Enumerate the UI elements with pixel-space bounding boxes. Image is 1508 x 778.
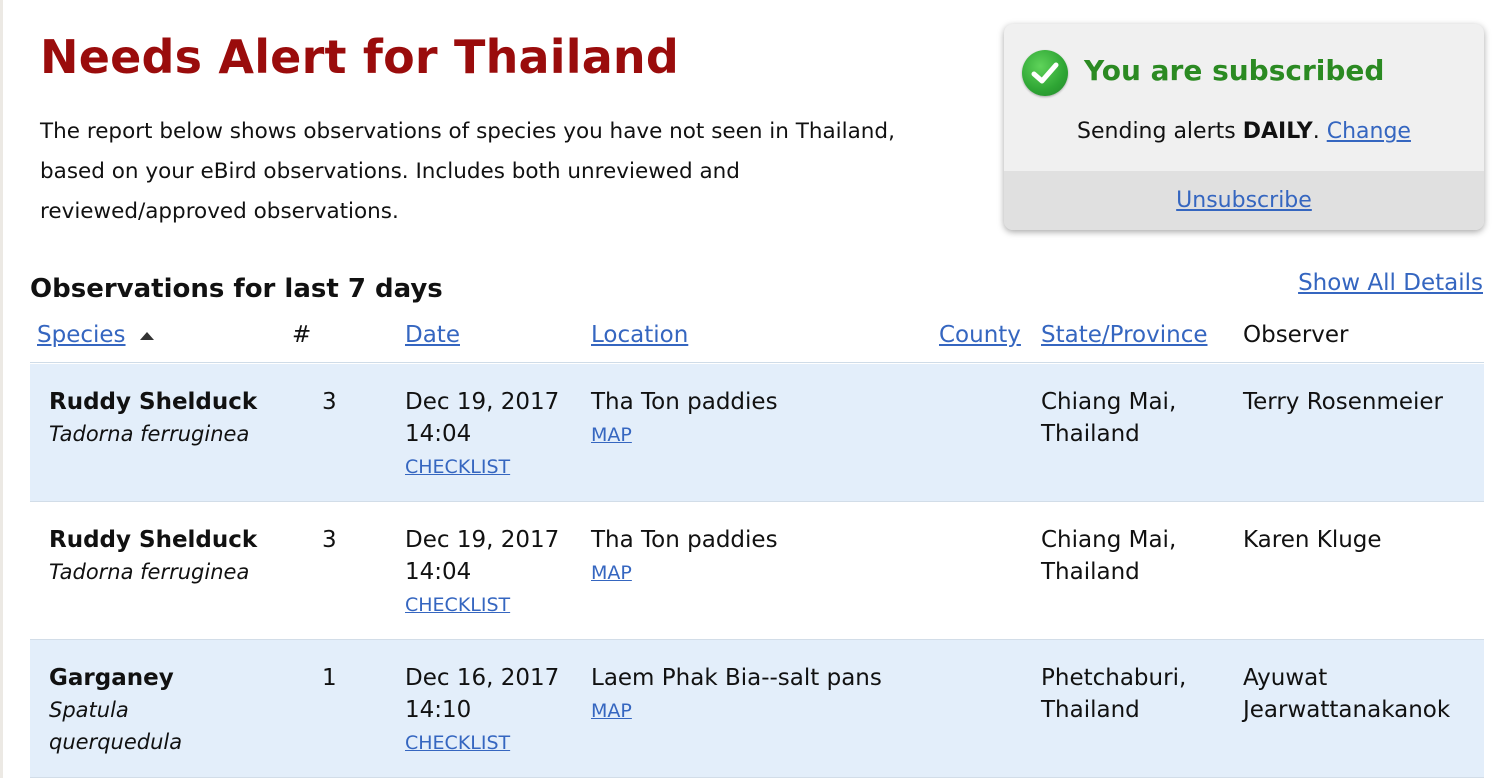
checklist-link[interactable]: CHECKLIST [405,594,510,616]
observer-cell: Terry Rosenmeier [1243,386,1443,418]
common-name: Ruddy Shelduck [49,389,258,415]
location-name: Tha Ton paddies [591,389,778,415]
count-cell: 1 [322,665,337,691]
map-link[interactable]: MAP [591,700,632,722]
observer-cell: Ayuwat Jearwattanakanok [1243,662,1450,726]
state-cell: Chiang Mai, Thailand [1041,386,1176,450]
date-cell: Dec 19, 2017 14:04 CHECKLIST [405,524,559,621]
obs-date: Dec 16, 2017 [405,665,560,691]
table-row: Ruddy Shelduck Tadorna ferruginea 3 Dec … [30,502,1484,640]
state-province-sort-link[interactable]: State/Province [1041,322,1208,348]
checklist-link[interactable]: CHECKLIST [405,456,510,478]
checklist-link[interactable]: CHECKLIST [405,732,510,754]
common-name: Ruddy Shelduck [49,527,258,553]
frequency-period: . [1312,119,1320,144]
observer-name: Ayuwat [1243,665,1328,691]
page-title: Needs Alert for Thailand [40,30,680,84]
count-header: # [292,322,312,348]
section-title: Observations for last 7 days [30,274,443,304]
location-cell: Tha Ton paddies MAP [591,386,778,451]
state-name: Chiang Mai, [1041,527,1177,553]
obs-date: Dec 19, 2017 [405,527,560,553]
show-all-details-link[interactable]: Show All Details [1298,270,1483,296]
date-sort-link[interactable]: Date [405,322,460,348]
map-link[interactable]: MAP [591,424,632,446]
scientific-name: Tadorna ferruginea [49,422,250,446]
species-sort-link[interactable]: Species [37,322,126,348]
species-header: Species [37,322,154,348]
location-cell: Tha Ton paddies MAP [591,524,778,589]
sort-ascending-icon[interactable] [139,331,154,340]
state-name: Chiang Mai, [1041,389,1177,415]
table-row: Garganey Spatula querquedula 1 Dec 16, 2… [30,640,1484,778]
unsubscribe-bar: Unsubscribe [1004,171,1484,230]
location-name: Tha Ton paddies [591,527,778,553]
subscription-box: You are subscribed Sending alerts DAILY.… [1004,24,1484,230]
subscription-status-panel: You are subscribed Sending alerts DAILY.… [1004,24,1484,171]
alert-frequency-value: DAILY [1242,119,1313,144]
date-cell: Dec 19, 2017 14:04 CHECKLIST [405,386,559,483]
observer-name: Karen Kluge [1243,527,1382,553]
table-row: Ruddy Shelduck Tadorna ferruginea 3 Dec … [30,364,1484,502]
count-cell: 3 [322,389,337,415]
location-name: Laem Phak Bia--salt pans [591,665,882,691]
obs-date: Dec 19, 2017 [405,389,560,415]
state-cell: Chiang Mai, Thailand [1041,524,1176,588]
county-sort-link[interactable]: County [939,322,1021,348]
state-name: Phetchaburi, [1041,665,1187,691]
country-name: Thailand [1041,421,1140,447]
country-name: Thailand [1041,697,1140,723]
page-left-border [0,0,3,778]
sending-alerts-label: Sending alerts [1077,119,1236,144]
obs-time: 14:04 [405,559,472,585]
date-cell: Dec 16, 2017 14:10 CHECKLIST [405,662,559,759]
state-cell: Phetchaburi, Thailand [1041,662,1186,726]
obs-time: 14:04 [405,421,472,447]
common-name: Garganey [49,665,174,691]
country-name: Thailand [1041,559,1140,585]
scientific-name-cont: querquedula [49,730,183,754]
observer-header: Observer [1243,322,1349,348]
intro-text: The report below shows observations of s… [40,119,895,224]
location-cell: Laem Phak Bia--salt pans MAP [591,662,882,727]
subscription-status: You are subscribed [1084,54,1385,87]
species-cell: Ruddy Shelduck Tadorna ferruginea [49,524,257,588]
alert-frequency-line: Sending alerts DAILY. Change [1004,119,1484,144]
species-cell: Garganey Spatula querquedula [49,662,182,758]
scientific-name: Tadorna ferruginea [49,560,250,584]
scientific-name: Spatula [49,698,129,722]
map-link[interactable]: MAP [591,562,632,584]
check-circle-icon [1022,50,1068,96]
obs-time: 14:10 [405,697,472,723]
observer-name: Terry Rosenmeier [1243,389,1444,415]
species-cell: Ruddy Shelduck Tadorna ferruginea [49,386,257,450]
observer-name-cont: Jearwattanakanok [1243,697,1451,723]
observer-cell: Karen Kluge [1243,524,1382,556]
location-sort-link[interactable]: Location [591,322,688,348]
header-divider [30,362,1484,363]
count-cell: 3 [322,527,337,553]
change-frequency-link[interactable]: Change [1327,119,1411,144]
unsubscribe-link[interactable]: Unsubscribe [1176,188,1312,213]
